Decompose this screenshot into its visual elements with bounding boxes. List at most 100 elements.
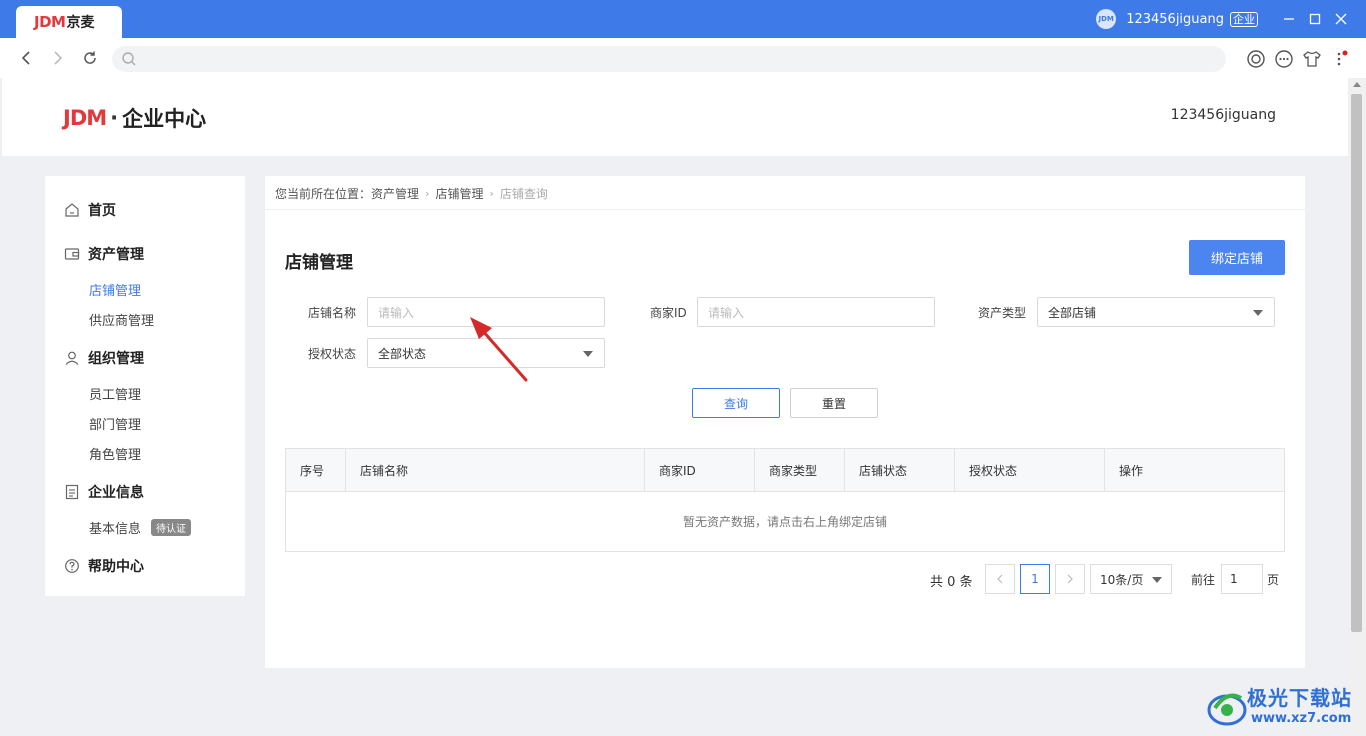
prev-page-button[interactable] [985,564,1015,594]
sidebar-item-department[interactable]: 部门管理 [89,414,141,433]
back-icon[interactable] [14,46,38,70]
chat-icon[interactable] [1273,48,1295,70]
column-header: 序号 [286,449,346,492]
bind-shop-button[interactable]: 绑定店铺 [1189,240,1285,275]
caret-down-icon [1253,310,1263,316]
caret-down-icon [1152,577,1162,583]
watermark-name: 极光下载站 [1247,686,1352,710]
table-header: 序号 店铺名称 商家ID 商家类型 店铺状态 授权状态 操作 [286,449,1284,492]
refresh-icon[interactable] [78,46,102,70]
sidebar-item-home[interactable]: 首页 [64,200,116,220]
maximize-icon[interactable] [1302,0,1328,38]
chevron-right-icon: › [489,187,494,200]
document-icon [64,484,80,500]
column-header: 店铺名称 [346,449,645,492]
column-header: 操作 [1119,464,1144,478]
page-number-button[interactable]: 1 [1020,564,1050,594]
page-suffix: 页 [1267,573,1280,587]
goto-page-input[interactable]: 1 [1221,564,1263,594]
query-button[interactable]: 查询 [692,388,780,418]
extension-icon[interactable] [1245,48,1267,70]
sidebar: 首页 资产管理 店铺管理 供应商管理 组织管理 员工管理 部门管理 角色管理 企… [45,176,245,596]
breadcrumb-item-shop[interactable]: 店铺管理 [435,185,483,202]
close-icon[interactable] [1328,0,1354,38]
divider [265,209,1305,210]
brand-title: 企业中心 [122,107,207,131]
skin-icon[interactable] [1301,48,1323,70]
asset-type-select[interactable]: 全部店铺 [1037,297,1275,327]
url-input[interactable] [112,46,1226,72]
main-panel: 您当前所在位置： 资产管理 › 店铺管理 › 店铺查询 店铺管理 绑定店铺 店铺… [265,176,1305,668]
brand-logo[interactable]: JDM · 企业中心 [63,103,206,133]
scroll-thumb[interactable] [1351,94,1362,632]
page-size-select[interactable]: 10条/页 [1090,564,1172,594]
pagination-total: 共 0 条 [930,575,973,590]
sidebar-help-label: 帮助中心 [88,559,144,575]
breadcrumb-item-current: 店铺查询 [499,187,548,201]
help-icon [64,558,80,574]
browser-tab[interactable]: JDM 京麦 [16,6,122,38]
avatar[interactable]: JDM [1096,9,1117,29]
sidebar-group-assets[interactable]: 资产管理 [64,244,144,264]
breadcrumb: 您当前所在位置： 资产管理 › 店铺管理 › 店铺查询 [275,185,548,202]
auth-status-value: 全部状态 [378,346,427,361]
sidebar-group-org[interactable]: 组织管理 [64,348,144,368]
scroll-up-icon[interactable] [1353,82,1361,87]
tab-logo: JDM [34,13,66,31]
column-header: 授权状态 [955,449,1105,492]
site-header: JDM · 企业中心 123456jiguang [2,78,1348,156]
wallet-icon [64,246,80,262]
sidebar-item-staff[interactable]: 员工管理 [89,384,141,403]
forward-icon[interactable] [46,46,70,70]
sidebar-item-help[interactable]: 帮助中心 [64,556,144,576]
column-header: 商家ID [645,449,755,492]
status-badge: 待认证 [151,519,192,536]
reset-button[interactable]: 重置 [790,388,878,418]
next-page-button[interactable] [1055,564,1085,594]
sidebar-item-supplier-management[interactable]: 供应商管理 [89,310,154,329]
brand-jdm: JDM [63,106,107,130]
watermark-url: www.xz7.com [1251,711,1352,726]
sidebar-group-info[interactable]: 企业信息 [64,482,144,502]
merchant-id-input[interactable]: 请输入 [697,297,935,327]
sidebar-assets-label: 资产管理 [88,247,144,263]
header-username[interactable]: 123456jiguang [1171,107,1276,123]
page-size-value: 10条/页 [1100,572,1144,587]
sidebar-item-basic-info[interactable]: 基本信息 待认证 [89,518,192,537]
sidebar-home-label: 首页 [88,203,116,219]
asset-type-value: 全部店铺 [1048,305,1097,320]
shop-name-label: 店铺名称 [308,306,357,320]
home-icon [64,202,80,218]
column-header: 商家类型 [755,449,845,492]
chevron-right-icon: › [425,187,430,200]
column-header: 店铺状态 [845,449,955,492]
shop-name-input[interactable]: 请输入 [367,297,605,327]
empty-state-text: 暂无资产数据，请点击右上角绑定店铺 [682,515,887,529]
shop-table: 序号 店铺名称 商家ID 商家类型 店铺状态 授权状态 操作 暂无资产数据，请点… [285,448,1285,552]
auth-status-label: 授权状态 [308,347,357,361]
address-bar [0,38,1366,78]
sidebar-item-shop-management[interactable]: 店铺管理 [89,280,141,299]
window-titlebar: JDM 京麦 JDM 123456jiguang 企业 [0,0,1366,38]
page-scrollbar[interactable] [1348,78,1366,736]
watermark-logo: 极光下载站 www.xz7.com [1205,682,1365,734]
auth-status-select[interactable]: 全部状态 [367,338,605,368]
sidebar-org-label: 组织管理 [88,351,144,367]
watermark-icon [1207,693,1247,726]
sidebar-item-role[interactable]: 角色管理 [89,444,141,463]
asset-type-label: 资产类型 [978,306,1027,320]
merchant-id-label: 商家ID [650,306,687,320]
tab-title: 京麦 [66,15,95,31]
titlebar-username[interactable]: 123456jiguang [1126,12,1224,27]
breadcrumb-prefix: 您当前所在位置： [275,187,372,201]
brand-dot: · [110,106,119,130]
caret-down-icon [583,351,593,357]
enterprise-badge: 企业 [1230,11,1258,27]
menu-icon[interactable] [1331,48,1353,70]
breadcrumb-item-assets[interactable]: 资产管理 [371,185,419,202]
user-icon [64,350,80,366]
goto-label: 前往 [1191,573,1216,587]
sidebar-info-label: 企业信息 [88,485,144,501]
basic-info-label: 基本信息 [89,522,142,537]
minimize-icon[interactable] [1276,0,1302,38]
